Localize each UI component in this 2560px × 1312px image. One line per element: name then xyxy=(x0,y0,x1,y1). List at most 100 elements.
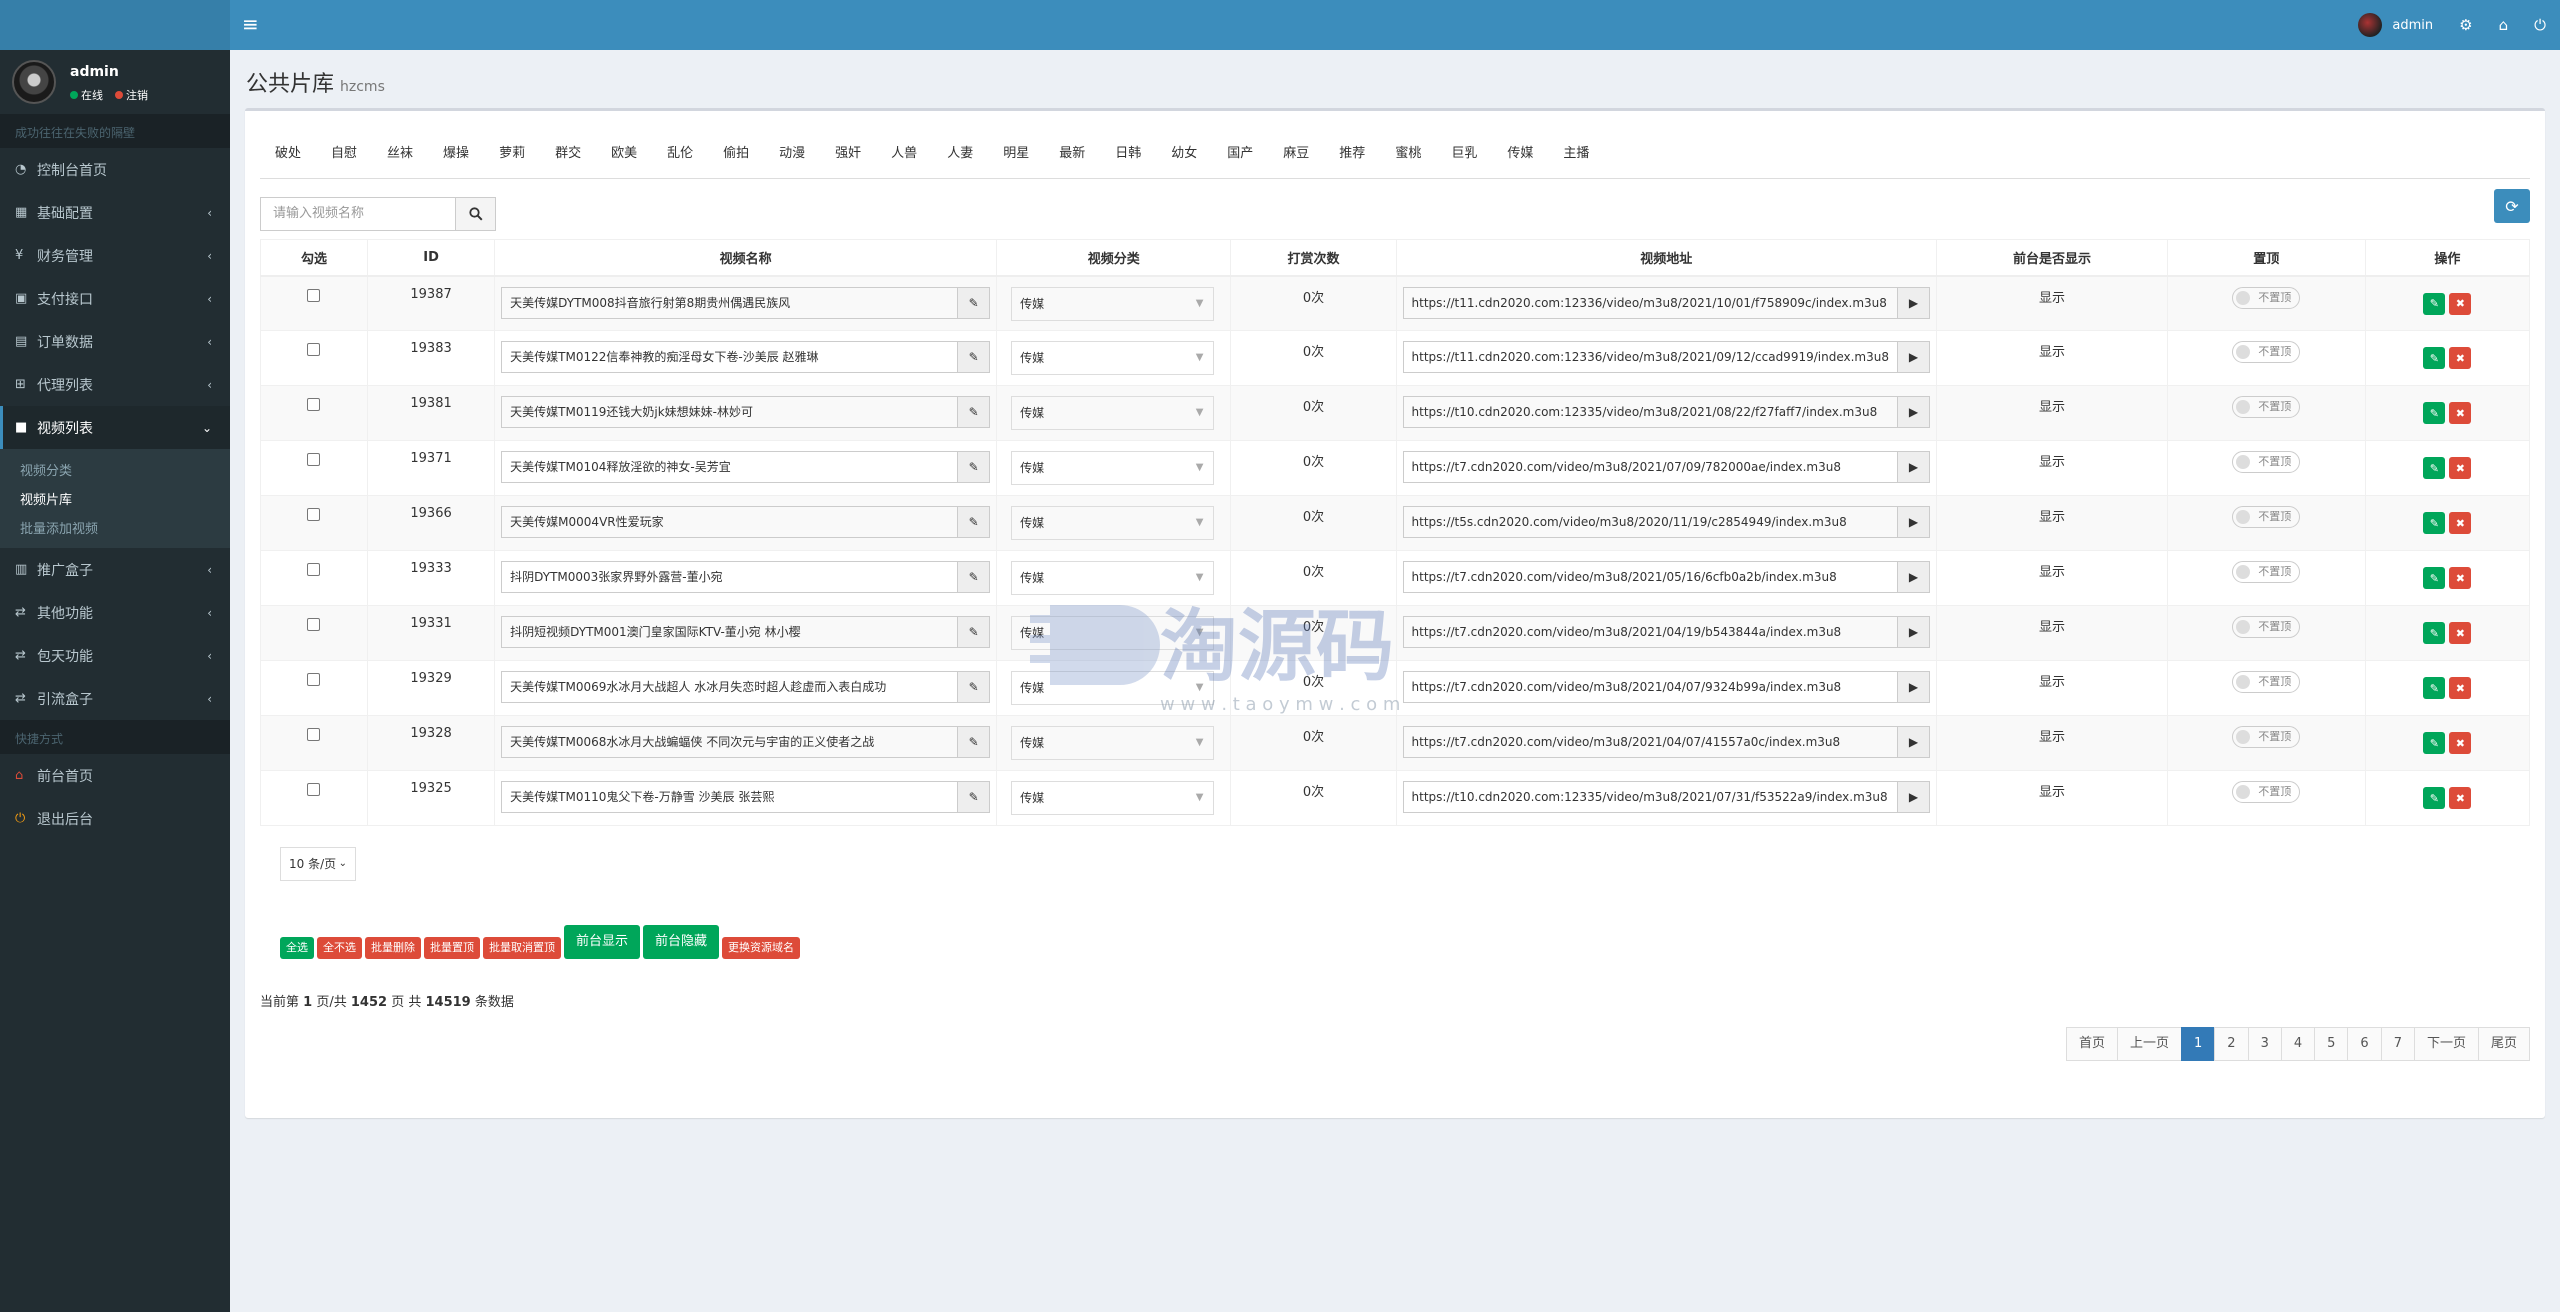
video-url-input[interactable]: https://t5s.cdn2020.com/video/m3u8/2020/… xyxy=(1402,506,1898,538)
row-checkbox[interactable] xyxy=(307,343,321,356)
video-camera-icon[interactable]: ▶ xyxy=(1897,451,1930,483)
video-name-input[interactable]: 天美传媒TM0110鬼父下卷-万静雪 沙美辰 张芸熙 xyxy=(501,781,959,813)
page-link-8[interactable]: 7 xyxy=(2380,1027,2415,1061)
tab-0[interactable]: 破处 xyxy=(260,137,316,179)
edit-name-icon[interactable]: ✎ xyxy=(958,341,991,373)
pin-toggle[interactable]: 不置顶 xyxy=(2232,616,2301,638)
tab-8[interactable]: 偷拍 xyxy=(708,137,764,179)
tab-22[interactable]: 传媒 xyxy=(1492,137,1548,179)
tab-2[interactable]: 丝袜 xyxy=(372,137,428,179)
page-link-5[interactable]: 4 xyxy=(2280,1027,2316,1061)
page-link-2[interactable]: 1 xyxy=(2181,1027,2216,1061)
delete-button[interactable]: ✖ xyxy=(2449,457,2472,479)
sidebar-item-other[interactable]: ⇄ 其他功能 ‹ xyxy=(0,591,230,634)
video-name-input[interactable]: 天美传媒TM0068水冰月大战蝙蝠侠 不同次元与宇宙的正义使者之战 xyxy=(501,726,959,758)
tab-9[interactable]: 动漫 xyxy=(764,137,820,179)
bulk-pin-button[interactable]: 批量置顶 xyxy=(424,937,480,959)
video-url-input[interactable]: https://t7.cdn2020.com/video/m3u8/2021/0… xyxy=(1402,671,1898,703)
sidebar-item-dashboard[interactable]: ◔ 控制台首页 xyxy=(0,148,230,191)
video-camera-icon[interactable]: ▶ xyxy=(1897,286,1930,319)
video-camera-icon[interactable]: ▶ xyxy=(1897,726,1930,758)
category-select[interactable]: 传媒 ▼ xyxy=(1011,451,1215,485)
pin-toggle[interactable]: 不置顶 xyxy=(2232,341,2301,363)
page-link-4[interactable]: 3 xyxy=(2247,1027,2282,1061)
sidebar-item-promo-box[interactable]: ▥ 推广盒子 ‹ xyxy=(0,548,230,591)
sidebar-item-frontend-home[interactable]: ⌂ 前台首页 xyxy=(0,754,230,797)
delete-button[interactable]: ✖ xyxy=(2449,787,2472,809)
bulk-unpin-button[interactable]: 批量取消置顶 xyxy=(483,937,561,959)
power-icon[interactable]: ⏻ xyxy=(2534,16,2546,34)
video-url-input[interactable]: https://t10.cdn2020.com:12335/video/m3u8… xyxy=(1402,396,1898,428)
video-url-input[interactable]: https://t10.cdn2020.com:12335/video/m3u8… xyxy=(1402,781,1898,813)
row-checkbox[interactable] xyxy=(307,563,321,576)
sidebar-item-daily[interactable]: ⇄ 包天功能 ‹ xyxy=(0,634,230,677)
category-select[interactable]: 传媒 ▼ xyxy=(1011,726,1215,760)
pin-toggle[interactable]: 不置顶 xyxy=(2232,396,2301,418)
sidebar-sub-video-library[interactable]: 视频片库 xyxy=(0,484,230,513)
select-none-button[interactable]: 全不选 xyxy=(317,937,362,959)
row-checkbox[interactable] xyxy=(307,618,321,631)
video-camera-icon[interactable]: ▶ xyxy=(1897,506,1930,538)
category-select[interactable]: 传媒 ▼ xyxy=(1011,561,1215,595)
tab-11[interactable]: 人兽 xyxy=(876,137,932,179)
category-select[interactable]: 传媒 ▼ xyxy=(1011,286,1215,321)
tab-21[interactable]: 巨乳 xyxy=(1436,137,1492,179)
sidebar-item-orders[interactable]: ▤ 订单数据 ‹ xyxy=(0,320,230,363)
pin-toggle[interactable]: 不置顶 xyxy=(2232,781,2301,803)
edit-name-icon[interactable]: ✎ xyxy=(958,616,991,648)
page-link-1[interactable]: 上一页 xyxy=(2116,1027,2182,1061)
tab-15[interactable]: 日韩 xyxy=(1100,137,1156,179)
video-camera-icon[interactable]: ▶ xyxy=(1897,396,1930,428)
pin-toggle[interactable]: 不置顶 xyxy=(2232,286,2301,309)
select-all-button[interactable]: 全选 xyxy=(280,937,314,959)
edit-button[interactable]: ✎ xyxy=(2423,732,2446,754)
row-checkbox[interactable] xyxy=(307,288,321,302)
page-link-6[interactable]: 5 xyxy=(2314,1027,2349,1061)
category-select[interactable]: 传媒 ▼ xyxy=(1011,506,1215,540)
refresh-button[interactable]: ⟳ xyxy=(2494,189,2530,223)
pin-toggle[interactable]: 不置顶 xyxy=(2232,506,2301,528)
search-input[interactable]: 请输入视频名称 xyxy=(260,197,456,231)
tab-19[interactable]: 推荐 xyxy=(1324,137,1380,179)
change-domain-button[interactable]: 更换资源域名 xyxy=(722,937,801,959)
tab-13[interactable]: 明星 xyxy=(988,137,1044,179)
delete-button[interactable]: ✖ xyxy=(2449,732,2472,754)
user-menu[interactable]: admin xyxy=(2358,13,2433,37)
delete-button[interactable]: ✖ xyxy=(2449,622,2472,644)
delete-button[interactable]: ✖ xyxy=(2449,347,2472,369)
video-name-input[interactable]: 抖阴DYTM0003张家界野外露营-董小宛 xyxy=(501,561,959,593)
logout-link[interactable]: 注销 xyxy=(115,87,148,103)
tab-18[interactable]: 麻豆 xyxy=(1268,137,1324,179)
video-url-input[interactable]: https://t7.cdn2020.com/video/m3u8/2021/0… xyxy=(1402,451,1898,483)
video-camera-icon[interactable]: ▶ xyxy=(1897,561,1930,593)
sidebar-item-videos[interactable]: ■ 视频列表 ⌄ xyxy=(0,406,230,449)
edit-button[interactable]: ✎ xyxy=(2423,402,2446,424)
sidebar-item-agents[interactable]: ⊞ 代理列表 ‹ xyxy=(0,363,230,406)
tab-12[interactable]: 人妻 xyxy=(932,137,988,179)
edit-button[interactable]: ✎ xyxy=(2423,292,2446,315)
video-name-input[interactable]: 天美传媒TM0104释放淫欲的神女-吴芳宜 xyxy=(501,451,959,483)
delete-button[interactable]: ✖ xyxy=(2449,512,2472,534)
pin-toggle[interactable]: 不置顶 xyxy=(2232,726,2301,748)
sidebar-item-traffic[interactable]: ⇄ 引流盒子 ‹ xyxy=(0,677,230,720)
edit-button[interactable]: ✎ xyxy=(2423,347,2446,369)
edit-name-icon[interactable]: ✎ xyxy=(958,561,991,593)
tab-3[interactable]: 爆操 xyxy=(428,137,484,179)
edit-name-icon[interactable]: ✎ xyxy=(958,451,991,483)
tab-6[interactable]: 欧美 xyxy=(596,137,652,179)
category-select[interactable]: 传媒 ▼ xyxy=(1011,616,1215,650)
category-select[interactable]: 传媒 ▼ xyxy=(1011,781,1215,815)
row-checkbox[interactable] xyxy=(307,398,321,411)
edit-name-icon[interactable]: ✎ xyxy=(958,506,991,538)
sidebar-sub-batch-add[interactable]: 批量添加视频 xyxy=(0,513,230,542)
video-url-input[interactable]: https://t11.cdn2020.com:12336/video/m3u8… xyxy=(1402,286,1898,319)
tab-20[interactable]: 蜜桃 xyxy=(1380,137,1436,179)
edit-name-icon[interactable]: ✎ xyxy=(958,671,991,703)
tab-16[interactable]: 幼女 xyxy=(1156,137,1212,179)
edit-name-icon[interactable]: ✎ xyxy=(958,396,991,428)
tab-23[interactable]: 主播 xyxy=(1548,137,1604,179)
home-icon[interactable]: ⌂ xyxy=(2499,16,2509,34)
page-link-0[interactable]: 首页 xyxy=(2065,1027,2118,1061)
category-select[interactable]: 传媒 ▼ xyxy=(1011,671,1215,705)
sidebar-sub-video-category[interactable]: 视频分类 xyxy=(0,455,230,484)
